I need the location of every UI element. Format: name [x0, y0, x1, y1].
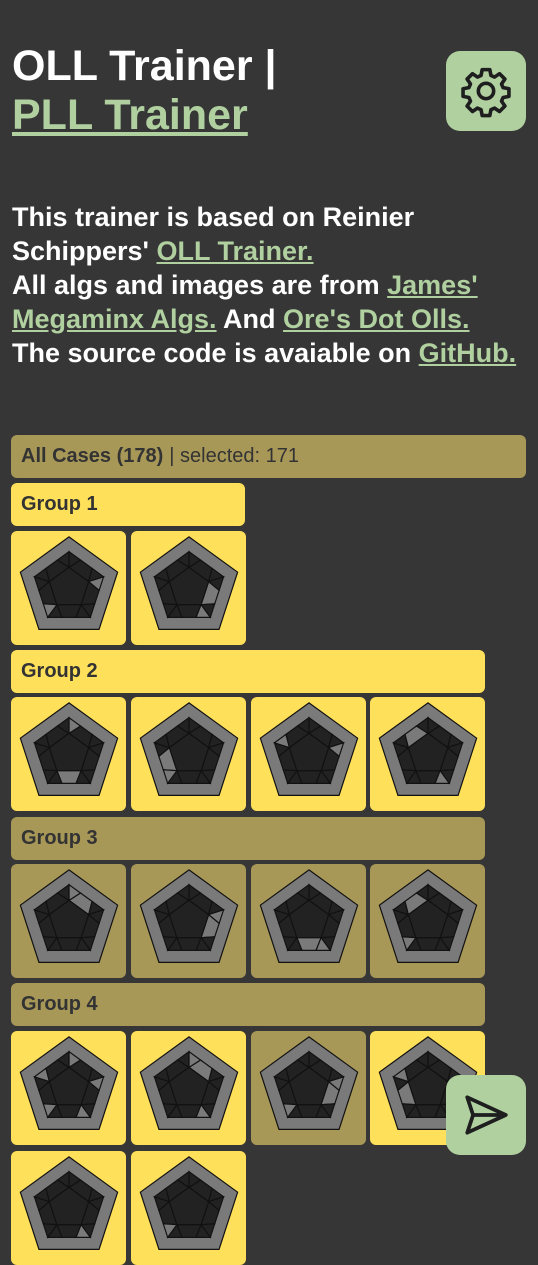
- page-title: OLL Trainer | PLL Trainer: [12, 42, 432, 140]
- case-tile[interactable]: [11, 531, 126, 645]
- all-cases-label: All Cases (178): [21, 445, 164, 467]
- title-oll-trainer: OLL Trainer |: [12, 42, 277, 90]
- megaminx-case-image: [19, 1036, 118, 1130]
- case-tile[interactable]: [131, 1151, 246, 1265]
- megaminx-case-image: [139, 536, 238, 630]
- send-icon: [465, 1095, 508, 1135]
- case-tile[interactable]: [131, 864, 246, 978]
- megaminx-case-image: [19, 702, 118, 796]
- case-tile[interactable]: [131, 531, 246, 645]
- group-1-header[interactable]: Group 1: [11, 483, 245, 526]
- send-button[interactable]: [446, 1075, 526, 1155]
- megaminx-case-image: [139, 1156, 238, 1250]
- case-tile[interactable]: [251, 697, 366, 811]
- gear-icon: [461, 67, 511, 118]
- case-tile[interactable]: [11, 697, 126, 811]
- case-tile[interactable]: [370, 864, 485, 978]
- group-2-header[interactable]: Group 2: [11, 650, 485, 693]
- page-header: OLL Trainer | PLL Trainer: [12, 42, 432, 140]
- group-4-header[interactable]: Group 4: [11, 983, 485, 1026]
- github-link[interactable]: GitHub.: [419, 338, 516, 368]
- megaminx-case-image: [259, 1036, 358, 1130]
- case-tile[interactable]: [131, 1031, 246, 1145]
- oll-trainer-source-link[interactable]: OLL Trainer.: [156, 236, 313, 266]
- case-tile[interactable]: [251, 1031, 366, 1145]
- settings-button[interactable]: [446, 51, 526, 131]
- megaminx-case-image: [19, 1156, 118, 1250]
- case-tile[interactable]: [251, 864, 366, 978]
- case-tile[interactable]: [11, 864, 126, 978]
- case-tile[interactable]: [370, 697, 485, 811]
- case-tile[interactable]: [11, 1151, 126, 1265]
- megaminx-case-image: [19, 536, 118, 630]
- pll-trainer-link[interactable]: PLL Trainer: [12, 91, 248, 139]
- megaminx-case-image: [259, 869, 358, 963]
- megaminx-case-image: [19, 869, 118, 963]
- case-tile[interactable]: [11, 1031, 126, 1145]
- megaminx-case-image: [378, 702, 477, 796]
- megaminx-case-image: [378, 869, 477, 963]
- megaminx-case-image: [139, 702, 238, 796]
- megaminx-case-image: [139, 869, 238, 963]
- intro-text: This trainer is based on Reinier Schippe…: [12, 202, 517, 368]
- selected-count: | selected: 171: [169, 445, 300, 467]
- case-tile[interactable]: [131, 697, 246, 811]
- group-3-header[interactable]: Group 3: [11, 817, 485, 860]
- all-cases-toggle[interactable]: All Cases (178) | selected: 171: [11, 435, 526, 478]
- megaminx-case-image: [139, 1036, 238, 1130]
- dot-olls-link[interactable]: Ore's Dot Olls.: [283, 304, 469, 334]
- megaminx-case-image: [259, 702, 358, 796]
